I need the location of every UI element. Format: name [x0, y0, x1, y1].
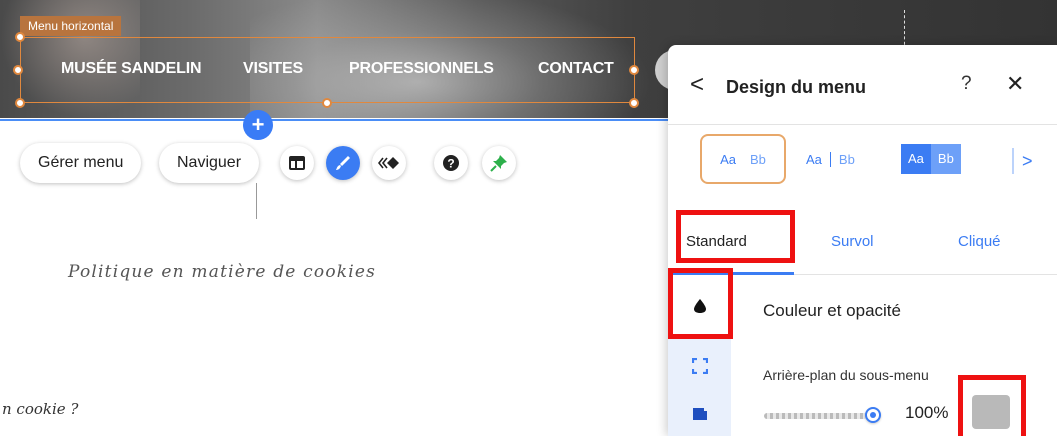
opacity-slider-handle[interactable]: [865, 407, 881, 423]
header-guide-line: [0, 119, 670, 121]
design-preset-3[interactable]: Aa Bb: [901, 134, 979, 184]
highlight-box-color-icon: [668, 268, 733, 339]
highlight-box-color-swatch: [958, 375, 1026, 436]
resize-handle-right[interactable]: [629, 65, 639, 75]
resize-handle-bottom-left[interactable]: [15, 98, 25, 108]
navigate-button[interactable]: Naviguer: [159, 143, 260, 183]
add-section-button[interactable]: +: [243, 110, 273, 140]
nav-item-musee[interactable]: MUSÉE SANDELIN: [61, 60, 202, 78]
pin-icon[interactable]: [482, 146, 516, 180]
submenu-background-label: Arrière-plan du sous-menu: [763, 367, 929, 383]
svg-text:?: ?: [447, 157, 454, 171]
preset-3-bb: Bb: [930, 144, 961, 174]
manage-menu-button[interactable]: Gérer menu: [20, 143, 142, 183]
highlight-box-standard-tab: [676, 210, 795, 263]
nav-item-visites[interactable]: VISITES: [243, 60, 303, 78]
layout-icon[interactable]: [280, 146, 314, 180]
tab-clique[interactable]: Cliqué: [958, 233, 1001, 250]
presets-scroll-right-icon[interactable]: >: [1012, 148, 1042, 174]
nav-item-professionnels[interactable]: PROFESSIONNELS: [349, 60, 494, 78]
border-icon[interactable]: [668, 336, 731, 396]
resize-handle-bottom-right[interactable]: [629, 98, 639, 108]
menu-type-tag: Menu horizontal: [20, 16, 122, 36]
animation-icon[interactable]: [372, 146, 406, 180]
resize-handle-top-left[interactable]: [15, 32, 25, 42]
page-text-snippet: n cookie ?: [2, 400, 79, 418]
back-icon[interactable]: <: [690, 71, 704, 99]
panel-title: Design du menu: [726, 77, 867, 97]
design-preset-1[interactable]: Aa Bb: [700, 134, 786, 184]
help-question-icon[interactable]: ?: [961, 73, 972, 95]
opacity-value[interactable]: 100%: [905, 403, 948, 423]
shadow-icon[interactable]: [668, 396, 731, 436]
preset-3-aa: Aa: [901, 144, 931, 174]
toolbar-connector-line: [256, 183, 257, 219]
page-title: Politique en matière de cookies: [68, 262, 377, 282]
resize-handle-left[interactable]: [13, 65, 23, 75]
resize-handle-bottom[interactable]: [322, 98, 332, 108]
guide-dashed-line: [904, 10, 905, 50]
section-title: Couleur et opacité: [763, 301, 901, 320]
tab-survol[interactable]: Survol: [831, 233, 874, 250]
preset-1-bb: Bb: [750, 151, 766, 167]
preset-1-aa: Aa: [720, 151, 736, 167]
design-brush-icon[interactable]: [326, 146, 360, 180]
preset-2-aa: Aa: [806, 151, 831, 167]
help-icon[interactable]: ?: [434, 146, 468, 180]
close-icon[interactable]: ✕: [1006, 71, 1024, 97]
panel-header: < Design du menu ? ✕: [668, 45, 1057, 125]
nav-item-contact[interactable]: CONTACT: [538, 60, 614, 78]
opacity-slider-track[interactable]: [764, 413, 874, 419]
preset-2-bb: Bb: [838, 151, 855, 167]
design-preset-2[interactable]: Aa Bb: [806, 134, 876, 184]
